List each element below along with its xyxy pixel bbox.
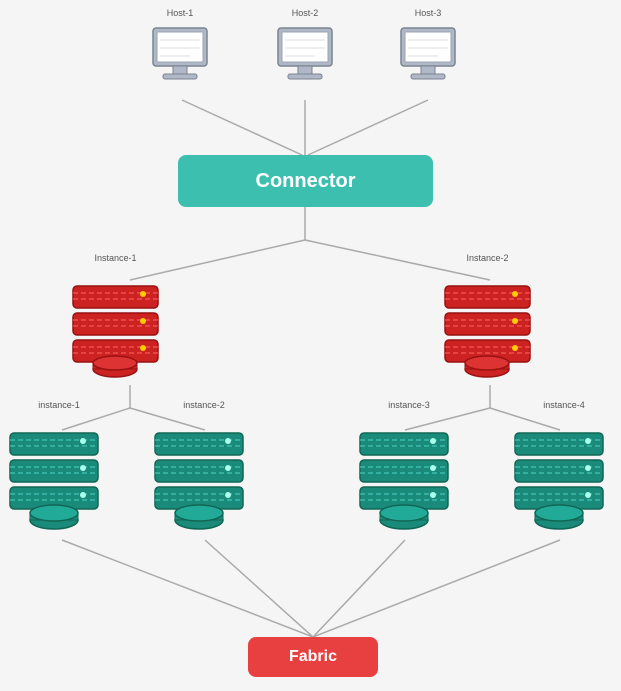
secondary-server-3: instance-3 — [355, 400, 463, 532]
primary-server-2-label: Instance-2 — [466, 253, 508, 263]
secondary-server-2: instance-2 — [150, 400, 258, 532]
computer-label-1: Host-1 — [167, 8, 194, 18]
connector-label: Connector — [256, 170, 356, 193]
connector-box[interactable]: Connector — [178, 155, 433, 207]
primary-server-2: Instance-2 — [440, 253, 535, 380]
secondary-server-1-label: instance-1 — [38, 400, 80, 410]
fabric-box[interactable]: Fabric — [248, 637, 378, 677]
computer-label-2: Host-2 — [292, 8, 319, 18]
computer-2: Host-2 — [270, 8, 340, 90]
primary-server-1-label: Instance-1 — [94, 253, 136, 263]
secondary-server-4: instance-4 — [510, 400, 618, 532]
architecture-diagram: Host-1 Host-2 Host-3 — [0, 0, 621, 691]
secondary-server-1: instance-1 — [5, 400, 113, 532]
computer-label-3: Host-3 — [415, 8, 442, 18]
fabric-label: Fabric — [289, 648, 337, 666]
secondary-server-4-label: instance-4 — [543, 400, 585, 410]
secondary-server-3-label: instance-3 — [388, 400, 430, 410]
computer-1: Host-1 — [145, 8, 215, 90]
computer-3: Host-3 — [393, 8, 463, 90]
primary-server-1: Instance-1 — [68, 253, 163, 380]
secondary-server-2-label: instance-2 — [183, 400, 225, 410]
